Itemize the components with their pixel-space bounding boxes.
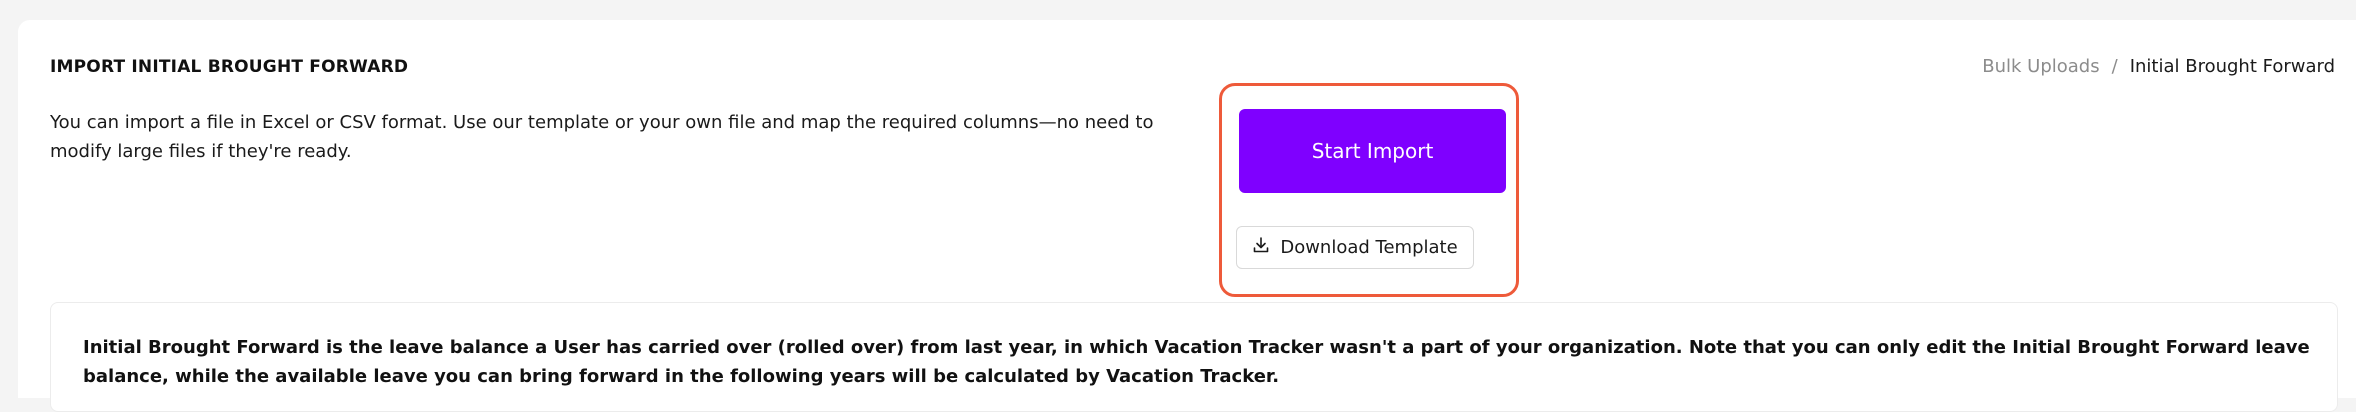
breadcrumb: Bulk Uploads / Initial Brought Forward (1982, 56, 2335, 77)
breadcrumb-separator: / (2111, 56, 2118, 77)
breadcrumb-current: Initial Brought Forward (2129, 56, 2335, 77)
download-template-label: Download Template (1280, 237, 1458, 258)
download-template-button[interactable]: Download Template (1236, 226, 1474, 269)
import-description: You can import a file in Excel or CSV fo… (50, 112, 1154, 162)
page-title: IMPORT INITIAL BROUGHT FORWARD (50, 57, 409, 77)
start-import-button[interactable]: Start Import (1239, 109, 1506, 193)
breadcrumb-bulk-uploads-link[interactable]: Bulk Uploads (1982, 56, 2099, 77)
download-icon (1252, 236, 1270, 259)
info-text: Initial Brought Forward is the leave bal… (83, 337, 2310, 387)
info-box: Initial Brought Forward is the leave bal… (50, 302, 2338, 412)
